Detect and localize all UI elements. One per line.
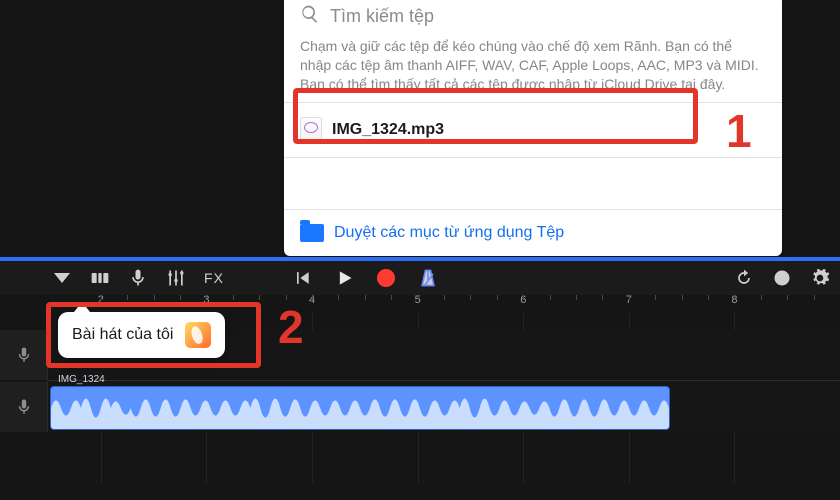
popover-title: Bài hát của tôi	[72, 326, 173, 344]
search-row[interactable]: Tìm kiếm tệp	[284, 0, 782, 37]
play-button[interactable]	[334, 268, 354, 288]
settings-button[interactable]	[810, 268, 830, 288]
search-placeholder: Tìm kiếm tệp	[330, 6, 434, 27]
search-icon	[300, 4, 320, 29]
microphone-button[interactable]	[128, 268, 148, 288]
annotation-number-1: 1	[726, 104, 752, 158]
chevron-down-icon	[54, 273, 70, 283]
file-name: IMG_1324.mp3	[332, 121, 444, 139]
my-songs-popover[interactable]: Bài hát của tôi	[58, 312, 225, 358]
microphone-icon	[15, 346, 33, 364]
clip-label: IMG_1324	[58, 374, 105, 385]
import-hint: Chạm và giữ các tệp để kéo chúng vào chế…	[284, 37, 782, 102]
mp3-file-icon	[300, 117, 322, 143]
record-icon	[377, 269, 395, 287]
garageband-icon	[185, 322, 211, 348]
annotation-number-2: 2	[278, 300, 304, 354]
track-header-2[interactable]	[0, 382, 48, 432]
mixer-button[interactable]	[166, 268, 186, 288]
file-browser-panel: Tìm kiếm tệp Chạm và giữ các tệp để kéo …	[284, 0, 782, 256]
loop-button[interactable]	[772, 268, 792, 288]
record-button[interactable]	[376, 268, 396, 288]
microphone-icon	[15, 398, 33, 416]
timeline-ruler[interactable]: 2345678	[48, 295, 840, 313]
waveform-icon	[51, 387, 669, 429]
audio-clip[interactable]	[50, 386, 670, 430]
transport-toolbar: FX	[0, 261, 840, 295]
browse-label: Duyệt các mục từ ứng dụng Tệp	[334, 224, 564, 242]
rewind-button[interactable]	[292, 268, 312, 288]
metronome-button[interactable]	[418, 268, 438, 288]
track-header-1[interactable]	[0, 330, 48, 380]
track-menu-button[interactable]	[52, 268, 72, 288]
browse-files-row[interactable]: Duyệt các mục từ ứng dụng Tệp	[284, 209, 782, 256]
regions-button[interactable]	[90, 268, 110, 288]
fx-button[interactable]: FX	[204, 268, 224, 288]
undo-button[interactable]	[734, 268, 754, 288]
file-row[interactable]: IMG_1324.mp3	[284, 102, 782, 158]
folder-icon	[300, 224, 324, 242]
